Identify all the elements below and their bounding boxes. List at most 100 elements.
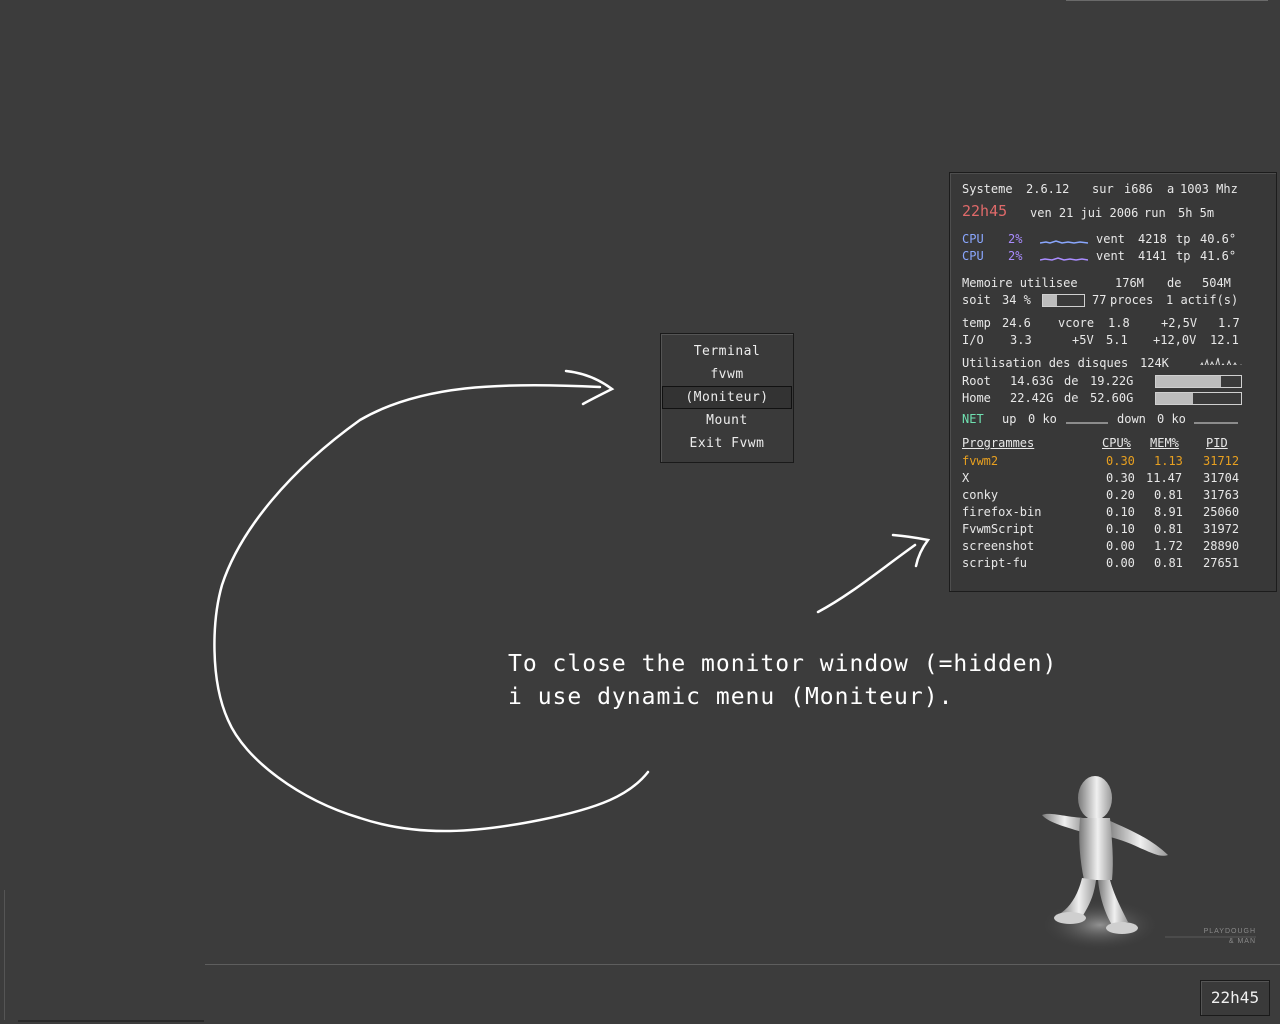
cpu-row-1: CPU 2% vent 4218 tp 40.6°	[962, 231, 1268, 247]
taskbar-clock[interactable]: 22h45	[1200, 980, 1270, 1016]
process-mem: 0.81	[1154, 522, 1183, 536]
fan-speed: 4218	[1138, 232, 1167, 246]
arch-value: i686	[1124, 182, 1153, 196]
a-label: a	[1167, 182, 1175, 196]
disk-usage-label: Utilisation des disques	[962, 356, 1129, 370]
io-label: I/O	[962, 333, 984, 347]
de-label: de	[1064, 374, 1079, 388]
disk-io-graph	[1200, 357, 1242, 365]
system-monitor-window: Systeme 2.6.12 sur i686 a 1003 Mhz 22h45…	[949, 172, 1277, 592]
v5-value: 5.1	[1106, 333, 1128, 347]
cpu-header: CPU%	[1102, 436, 1131, 450]
v12-value: 12.1	[1210, 333, 1239, 347]
memory-percent-row: soit 34 % 77 proces 1 actif(s)	[962, 292, 1268, 308]
menu-item-moniteur[interactable]: (Moniteur)	[662, 386, 792, 409]
proces-label: proces	[1110, 293, 1154, 307]
cpu-graph	[1040, 257, 1088, 261]
process-row: FvwmScript 0.10 0.81 31972	[962, 521, 1268, 537]
memory-used: 176M	[1115, 276, 1144, 290]
process-pid: 27651	[1203, 556, 1240, 570]
temp-label: tp	[1176, 249, 1191, 263]
fan-speed: 4141	[1138, 249, 1167, 263]
mem-header: MEM%	[1150, 436, 1179, 450]
net-up-label: up	[1002, 412, 1017, 426]
dynamic-menu: Terminal fvwm (Moniteur) Mount Exit Fvwm	[660, 333, 794, 463]
process-cpu: 0.30	[1106, 471, 1135, 485]
brand-line-1: PLAYDOUGH	[1203, 928, 1256, 935]
process-pid: 31704	[1203, 471, 1240, 485]
menu-item-terminal[interactable]: Terminal	[661, 340, 793, 363]
monitor-time: 22h45	[962, 202, 1008, 220]
run-label: run	[1144, 206, 1166, 220]
fan-label: vent	[1096, 232, 1125, 246]
pointer-arrow-head	[891, 533, 931, 568]
net-up-value: 0 ko	[1028, 412, 1057, 426]
menu-item-fvwm[interactable]: fvwm	[661, 363, 793, 386]
io-value: 3.3	[1010, 333, 1032, 347]
menu-item-exit-fvwm[interactable]: Exit Fvwm	[661, 432, 793, 455]
vcore-value: 1.8	[1108, 316, 1130, 330]
sensor-row-1: temp 24.6 vcore 1.8 +2,5V 1.7	[962, 315, 1268, 331]
v5-label: +5V	[1072, 333, 1094, 347]
home-used: 22.42G	[1010, 391, 1054, 405]
process-pid: 25060	[1203, 505, 1240, 519]
memory-bar	[1042, 294, 1085, 307]
process-row: script-fu 0.00 0.81 27651	[962, 555, 1268, 571]
process-name: screenshot	[962, 539, 1035, 553]
uptime-value: 5h 5m	[1178, 206, 1215, 220]
net-up-graph	[1066, 422, 1108, 424]
home-label: Home	[962, 391, 991, 405]
de-label: de	[1167, 276, 1182, 290]
cpu-label: CPU	[962, 232, 984, 246]
memory-total: 504M	[1202, 276, 1231, 290]
v25-label: +2,5V	[1161, 316, 1198, 330]
process-name: FvwmScript	[962, 522, 1035, 536]
cpu-label: CPU	[962, 249, 984, 263]
v25-value: 1.7	[1218, 316, 1240, 330]
process-mem: 0.81	[1154, 488, 1183, 502]
annotation-text: To close the monitor window (=hidden) i …	[508, 648, 1057, 714]
process-name: firefox-bin	[962, 505, 1042, 519]
playdough-figure	[1040, 776, 1168, 951]
process-count: 77	[1092, 293, 1107, 307]
system-info-row: Systeme 2.6.12 sur i686 a 1003 Mhz	[962, 181, 1268, 197]
process-mem: 1.72	[1154, 539, 1183, 553]
cpu-usage: 2%	[1008, 232, 1023, 246]
sur-label: sur	[1092, 182, 1114, 196]
root-disk-row: Root 14.63G de 19.22G	[962, 373, 1268, 389]
process-pid: 31712	[1203, 454, 1240, 468]
net-label: NET	[962, 412, 984, 426]
cpu-frequency: 1003 Mhz	[1180, 182, 1238, 196]
process-mem: 0.81	[1154, 556, 1183, 570]
pointer-arrow-stroke	[816, 543, 917, 614]
v12-label: +12,0V	[1153, 333, 1197, 347]
net-down-value: 0 ko	[1157, 412, 1186, 426]
disk-usage-row: Utilisation des disques 124K	[962, 355, 1268, 371]
root-disk-bar	[1155, 375, 1242, 388]
temp-label: tp	[1176, 232, 1191, 246]
active-count: 1 actif(s)	[1166, 293, 1239, 307]
clock-row: 22h45 ven 21 jui 2006 run 5h 5m	[962, 203, 1268, 221]
temp-label: temp	[962, 316, 991, 330]
root-label: Root	[962, 374, 991, 388]
menu-item-mount[interactable]: Mount	[661, 409, 793, 432]
process-row: X 0.30 11.47 31704	[962, 470, 1268, 486]
cpu-temp: 40.6°	[1200, 232, 1237, 246]
process-pid: 31763	[1203, 488, 1240, 502]
loop-arrow-stroke	[213, 383, 650, 833]
process-cpu: 0.10	[1106, 505, 1135, 519]
disk-io-value: 124K	[1140, 356, 1169, 370]
process-pid: 28890	[1203, 539, 1240, 553]
process-row: screenshot 0.00 1.72 28890	[962, 538, 1268, 554]
process-cpu: 0.00	[1106, 539, 1135, 553]
net-down-label: down	[1117, 412, 1146, 426]
process-name: fvwm2	[962, 454, 999, 468]
fan-label: vent	[1096, 249, 1125, 263]
process-cpu: 0.30	[1106, 454, 1135, 468]
process-name: X	[962, 471, 970, 485]
process-cpu: 0.00	[1106, 556, 1135, 570]
pid-header: PID	[1206, 436, 1228, 450]
sensor-row-2: I/O 3.3 +5V 5.1 +12,0V 12.1	[962, 332, 1268, 348]
wallpaper-brand: PLAYDOUGH & MAN	[1190, 927, 1256, 947]
kernel-version: 2.6.12	[1026, 182, 1070, 196]
